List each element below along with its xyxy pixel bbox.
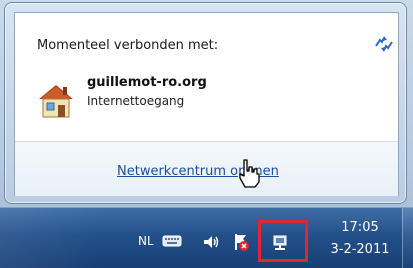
- taskbar: NL 17:05 3-2-2011: [0, 207, 413, 268]
- volume-icon[interactable]: [202, 234, 220, 250]
- hand-cursor-icon: [239, 159, 260, 188]
- language-indicator[interactable]: NL: [138, 234, 154, 248]
- clock-time[interactable]: 17:05: [330, 220, 390, 235]
- connected-label: Momenteel verbonden met:: [37, 38, 219, 53]
- refresh-icon[interactable]: [372, 34, 396, 54]
- taskbar-gloss: [0, 208, 100, 268]
- flyout-footer: Netwerkcentrum openen: [15, 141, 398, 196]
- keyboard-icon[interactable]: [162, 232, 182, 248]
- network-tray-icon[interactable]: [272, 234, 288, 252]
- network-flyout: Momenteel verbonden met: guillemot-ro.or…: [14, 12, 399, 196]
- network-name: guillemot-ro.org: [87, 75, 207, 90]
- show-desktop-button[interactable]: [402, 208, 413, 268]
- clock-date[interactable]: 3-2-2011: [320, 242, 400, 257]
- action-center-icon[interactable]: [232, 232, 250, 252]
- network-status: Internettoegang: [87, 94, 185, 108]
- house-network-icon: [39, 85, 73, 118]
